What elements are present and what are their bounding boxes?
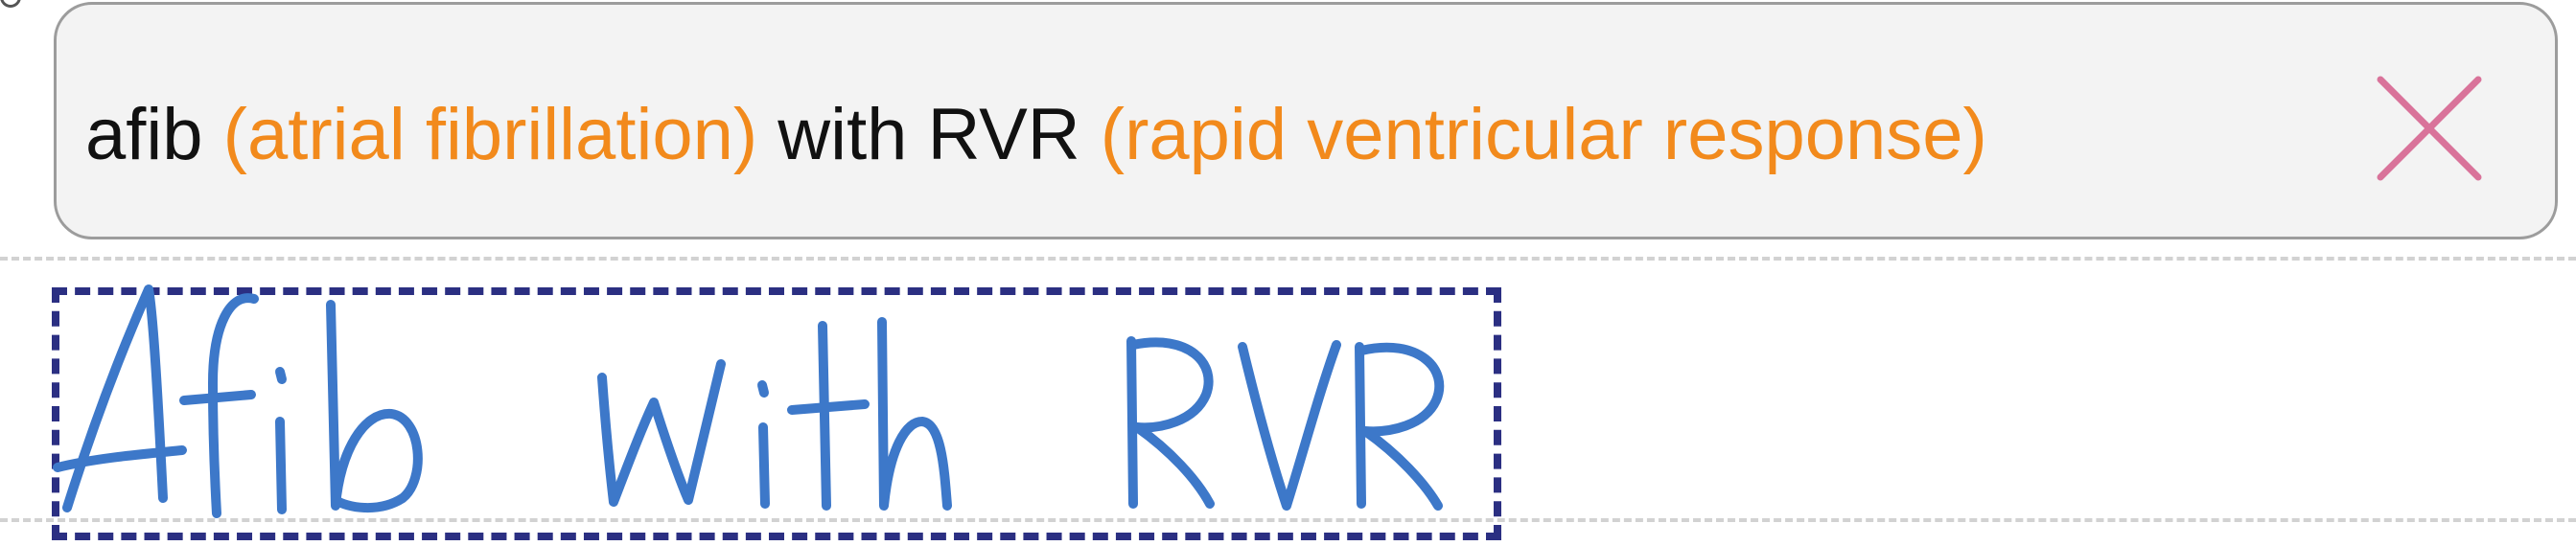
handwritten-ink-afib-with-rvr[interactable]: [0, 0, 2576, 546]
ink-stroke-R2: [1355, 342, 1366, 509]
ink-stroke-t-bar: [787, 399, 870, 415]
ink-stroke-b: [326, 300, 423, 513]
ink-stroke-f: [208, 293, 259, 518]
ink-stroke-R1: [1126, 336, 1138, 509]
ink-stroke-V: [1238, 340, 1341, 511]
ink-stroke-i2: [758, 422, 770, 509]
ink-stroke-h: [877, 317, 952, 511]
ink-stroke-f-bar: [179, 390, 256, 405]
ink-stroke-A: [62, 284, 168, 512]
ink-stroke-i: [275, 417, 287, 514]
ink-stroke-t: [818, 321, 831, 511]
ink-stroke-W: [597, 359, 726, 507]
ink-stroke-R2-bowl: [1357, 342, 1445, 511]
ink-stroke-R1-bowl: [1128, 337, 1215, 509]
ink-stroke-i2-dot: [757, 380, 769, 398]
ink-stroke-i-dot: [275, 367, 287, 384]
